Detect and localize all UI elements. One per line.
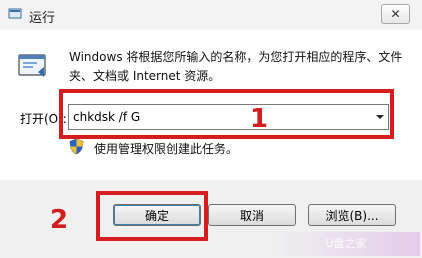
dialog-description: Windows 将根据您所输入的名称，为您打开相应的程序、文件夹、文档或 Int… <box>69 50 403 83</box>
uac-shield-icon <box>69 138 84 155</box>
watermark: U盘之家 <box>272 232 420 256</box>
cancel-button[interactable]: 取消 <box>208 204 296 226</box>
annotation-box-step2 <box>96 191 208 241</box>
admin-privilege-note: 使用管理权限创建此任务。 <box>94 142 239 156</box>
run-window-icon <box>8 8 22 19</box>
window-title: 运行 <box>29 11 56 26</box>
run-program-icon <box>18 54 46 77</box>
annotation-number-2: 2 <box>50 205 69 235</box>
browse-button[interactable]: 浏览(B)... <box>308 204 396 226</box>
annotation-number-1: 1 <box>250 104 269 134</box>
close-button[interactable]: ✕ <box>381 4 410 24</box>
annotation-box-step1 <box>59 89 394 139</box>
close-icon: ✕ <box>390 7 401 21</box>
title-bar: 运行 ✕ <box>0 0 422 30</box>
